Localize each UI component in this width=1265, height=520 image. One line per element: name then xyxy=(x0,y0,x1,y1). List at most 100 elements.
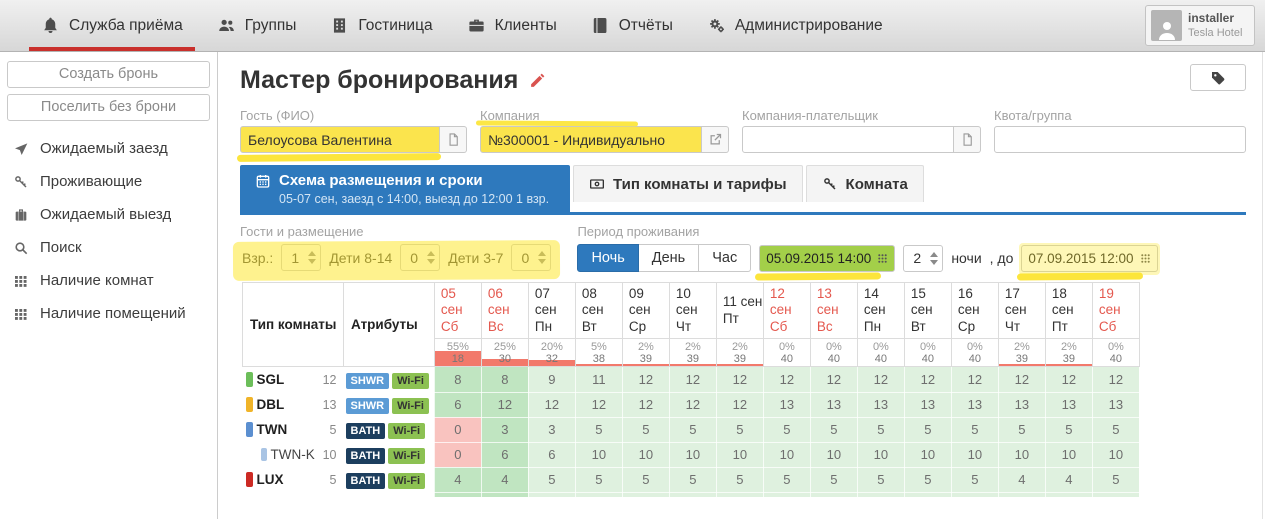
to-label: , до xyxy=(989,250,1014,266)
stepper-down-icon[interactable] xyxy=(427,259,436,264)
guest-input[interactable] xyxy=(240,126,440,153)
availability-cell: 5 xyxy=(762,466,811,493)
children-8-14-stepper[interactable]: 0 xyxy=(400,244,441,271)
occupancy-header-cell: 5% 38 xyxy=(574,338,623,368)
sidebar-item-4[interactable]: Наличие комнат xyxy=(0,264,217,297)
date-column-header: 14 сен Пн xyxy=(856,281,905,340)
nav-item-1[interactable]: Группы xyxy=(200,0,314,51)
room-count: 13 xyxy=(322,397,337,412)
type-column-header: Тип комнаты xyxy=(242,281,344,368)
book-icon xyxy=(591,16,610,35)
company-open-button[interactable] xyxy=(702,126,729,153)
payer-input[interactable] xyxy=(742,126,954,153)
edit-pencil-icon[interactable] xyxy=(529,72,546,89)
dow-label: Чт xyxy=(675,318,692,334)
mode-day-button[interactable]: День xyxy=(638,244,700,272)
sidebar-button-1[interactable]: Поселить без брони xyxy=(7,94,210,121)
room-type-row: TWN 5 BATH Wi-Fi 0 3 3 5 5 5 5 5 5 5 5 5 5 5 5 xyxy=(242,416,1140,443)
nav-item-0[interactable]: Служба приёма xyxy=(24,0,200,51)
period-section: Период проживания Ночь День Час 05.09.20… xyxy=(577,224,1160,275)
sidebar-item-0[interactable]: Ожидаемый заезд xyxy=(0,132,217,165)
grid-icon xyxy=(13,306,29,322)
stepper-up-icon[interactable] xyxy=(538,251,547,256)
tab-scheme[interactable]: Схема размещения и сроки 05-07 сен, заез… xyxy=(240,165,570,212)
room-type-name: SGL xyxy=(256,372,285,388)
tags-button[interactable] xyxy=(1190,64,1246,91)
adults-stepper[interactable]: 1 xyxy=(281,244,322,271)
calendar-picker-icon[interactable] xyxy=(877,253,888,264)
mode-night-button[interactable]: Ночь xyxy=(577,244,639,272)
stepper-up-icon[interactable] xyxy=(427,251,436,256)
occupancy-percent: 55% xyxy=(446,341,469,354)
nights-label: ночи xyxy=(951,250,982,266)
free-rooms-count: 40 xyxy=(874,353,888,366)
guest-card-button[interactable] xyxy=(440,126,467,153)
adults-value: 1 xyxy=(291,249,300,266)
checkin-date-input[interactable]: 05.09.2015 14:00 xyxy=(759,244,896,272)
nav-item-3[interactable]: Клиенты xyxy=(450,0,574,51)
availability-cell: 12 xyxy=(668,366,717,393)
availability-cell: 5 xyxy=(621,416,670,443)
period-section-label: Период проживания xyxy=(577,224,700,239)
sidebar-button-0[interactable]: Создать бронь xyxy=(7,61,210,88)
availability-cell: 13 xyxy=(856,391,905,418)
tab-room[interactable]: Комната xyxy=(805,165,924,202)
gears-icon xyxy=(707,16,726,35)
room-attributes-cell: BATH Wi-Fi xyxy=(343,417,435,443)
date-label: 09 сен xyxy=(628,286,651,318)
sidebar-item-label: Наличие помещений xyxy=(40,305,186,322)
date-label: 08 сен xyxy=(581,286,604,318)
nav-item-2[interactable]: Гостиница xyxy=(313,0,449,51)
children-3-7-value: 0 xyxy=(521,249,530,266)
availability-cell: 5 xyxy=(997,416,1046,443)
page-title: Мастер бронирования xyxy=(240,66,519,94)
occupancy-header-cell: 0% 40 xyxy=(950,338,999,368)
date-label: 16 сен xyxy=(957,286,980,318)
stepper-up-icon[interactable] xyxy=(930,251,939,257)
stepper-down-icon[interactable] xyxy=(308,259,317,264)
attribute-badge-bath: BATH xyxy=(345,448,386,465)
tab-room-type-tariffs[interactable]: Тип комнаты и тарифы xyxy=(573,165,803,202)
stepper-down-icon[interactable] xyxy=(930,259,939,265)
stepper-up-icon[interactable] xyxy=(308,251,317,256)
stepper-down-icon[interactable] xyxy=(538,259,547,264)
sidebar-item-3[interactable]: Поиск xyxy=(0,231,217,264)
availability-cell: 12 xyxy=(527,391,576,418)
date-label: 13 сен xyxy=(816,286,839,318)
mode-hour-button[interactable]: Час xyxy=(699,244,752,272)
quota-input[interactable] xyxy=(994,126,1246,153)
availability-cell: 12 xyxy=(1091,366,1140,393)
free-rooms-count: 32 xyxy=(545,353,559,366)
free-rooms-count: 30 xyxy=(498,353,512,366)
occupancy-header-cell: 0% 40 xyxy=(1091,338,1140,368)
company-input[interactable] xyxy=(480,126,702,153)
grid-icon xyxy=(13,273,29,289)
sidebar-item-1[interactable]: Проживающие xyxy=(0,165,217,198)
checkout-date-input[interactable]: 07.09.2015 12:00 xyxy=(1021,244,1158,272)
sidebar-item-2[interactable]: Ожидаемый выезд xyxy=(0,198,217,231)
occupancy-header-cell: 2% 39 xyxy=(1044,338,1093,368)
availability-cell: 10 xyxy=(997,441,1046,468)
children-3-7-stepper[interactable]: 0 xyxy=(511,244,552,271)
nav-item-label: Отчёты xyxy=(618,16,673,34)
attrs-column-header: Атрибуты xyxy=(343,281,435,368)
payer-card-button[interactable] xyxy=(954,126,981,153)
room-count: 5 xyxy=(329,472,337,487)
room-count: 5 xyxy=(329,422,337,437)
tab-scheme-subtitle: 05-07 сен, заезд с 14:00, выезд до 12:00… xyxy=(279,192,550,206)
nav-item-label: Администрирование xyxy=(734,16,883,34)
calendar-picker-icon[interactable] xyxy=(1140,253,1151,264)
sidebar-item-5[interactable]: Наличие помещений xyxy=(0,297,217,330)
nav-item-label: Группы xyxy=(244,16,297,34)
nav-item-4[interactable]: Отчёты xyxy=(574,0,690,51)
occupancy-header-cell: 2% 39 xyxy=(668,338,717,368)
dow-label: Чт xyxy=(1004,318,1021,334)
user-panel[interactable]: installer Tesla Hotel xyxy=(1145,5,1255,46)
occupancy-percent: 2% xyxy=(1013,341,1030,354)
availability-table: Тип комнаты Атрибуты 05 сен Сб 06 сен Вс 07 се… xyxy=(242,281,1140,498)
free-rooms-count: 39 xyxy=(1015,353,1029,366)
nights-stepper[interactable]: 2 xyxy=(903,244,944,272)
nav-item-5[interactable]: Администрирование xyxy=(690,0,900,51)
occupancy-percent: 0% xyxy=(825,341,842,354)
date-label: 06 сен xyxy=(487,286,510,318)
